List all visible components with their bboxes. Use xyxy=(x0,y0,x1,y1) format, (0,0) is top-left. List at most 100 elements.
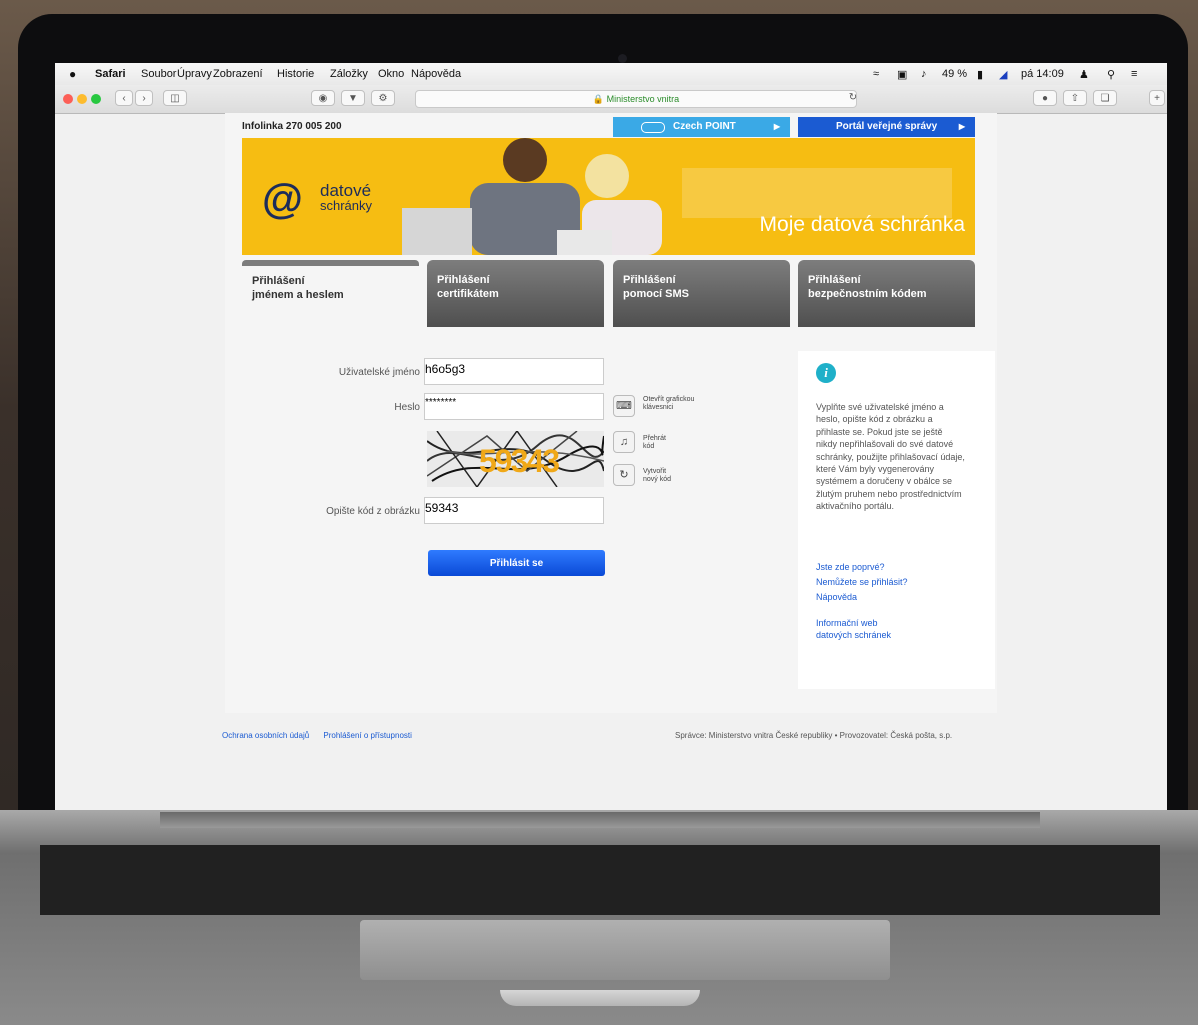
infoline-phone: Infolinka 270 005 200 xyxy=(242,121,342,132)
menu-window[interactable]: Okno xyxy=(378,68,404,80)
new-code-line1: Vytvořit xyxy=(643,468,667,475)
camera-icon xyxy=(618,54,627,63)
new-code-line2: nový kód xyxy=(643,476,672,483)
safari-toolbar: ‹ › ◫ ◉ ▼ ⚙ 🔒 Ministerstvo vnitra ↻ ● ⇧ … xyxy=(55,85,1167,114)
username-label: Uživatelské jméno xyxy=(338,367,420,378)
logo-main-text: datové xyxy=(320,181,372,200)
open-keyboard-line1: Otevřít grafickou xyxy=(643,396,695,403)
menu-help[interactable]: Nápověda xyxy=(411,68,461,80)
tab-label-line2: jménem a heslem xyxy=(252,289,344,301)
tab-label-line1: Přihlášení xyxy=(808,274,861,286)
info-text: Vyplňte své uživatelské jméno a heslo, o… xyxy=(816,402,965,512)
datove-schranky-logo: @ xyxy=(262,173,312,223)
tab-label-line1: Přihlášení xyxy=(623,274,676,286)
sidebar-icon[interactable]: ◫ xyxy=(163,90,187,106)
notification-center-icon[interactable]: ≡ xyxy=(1131,68,1137,80)
menu-edit[interactable]: Úpravy xyxy=(177,68,212,80)
zoom-window-icon[interactable] xyxy=(91,94,101,104)
info-icon: i xyxy=(816,363,836,383)
menu-file[interactable]: Soubor xyxy=(141,68,176,80)
login-button[interactable]: Přihlásit se xyxy=(428,550,605,576)
tab-label-line2: pomocí SMS xyxy=(623,288,690,300)
extension-icon[interactable]: ⚙ xyxy=(371,90,395,106)
link-info-web[interactable]: Informační web datových schránek xyxy=(816,617,891,641)
address-text: Ministerstvo vnitra xyxy=(606,94,680,104)
link-first-time[interactable]: Jste zde poprvé? xyxy=(816,561,885,573)
reload-icon[interactable]: ↻ xyxy=(845,90,861,106)
shield-icon[interactable]: ▼ xyxy=(341,90,365,106)
footer-links: Ochrana osobních údajů Prohlášení o přís… xyxy=(222,731,412,740)
address-bar[interactable]: 🔒 Ministerstvo vnitra xyxy=(415,90,857,108)
link-help[interactable]: Nápověda xyxy=(816,591,857,603)
tab-login-sms[interactable]: Přihlášení pomocí SMS xyxy=(613,260,790,327)
captcha-image: 59343 xyxy=(427,431,604,487)
footer-operator: Správce: Ministerstvo vnitra České repub… xyxy=(675,731,953,740)
battery-icon[interactable]: ▮ xyxy=(977,68,983,81)
back-icon[interactable]: ‹ xyxy=(115,90,133,106)
play-sound-icon[interactable]: ♫ xyxy=(613,431,635,453)
info-panel: i Vyplňte své uživatelské jméno a heslo,… xyxy=(798,351,995,689)
menu-app-safari[interactable]: Safari xyxy=(95,68,126,80)
laptop-hinge xyxy=(160,812,1040,828)
minimize-window-icon[interactable] xyxy=(77,94,87,104)
laptop-keyboard xyxy=(40,845,1160,915)
captcha-text: 59343 xyxy=(479,443,560,479)
airplay-icon[interactable]: ▣ xyxy=(897,68,907,81)
refresh-code-icon[interactable]: ↻ xyxy=(613,464,635,486)
captcha-code-input[interactable]: 59343 xyxy=(424,497,604,524)
battery-percent[interactable]: 49 % xyxy=(942,68,967,80)
user-icon[interactable]: ♟ xyxy=(1079,68,1089,81)
open-keyboard-line2: klávesnici xyxy=(643,404,674,411)
privacy-link[interactable]: Ochrana osobních údajů xyxy=(222,731,309,740)
tab-label-line2: certifikátem xyxy=(437,288,499,300)
pinterest-icon[interactable]: ◉ xyxy=(311,90,335,106)
logo-text: datové schránky xyxy=(320,181,372,213)
share-icon[interactable]: ⇧ xyxy=(1063,90,1087,106)
tab-label-line2: bezpečnostním kódem xyxy=(808,288,927,300)
laptop-trackpad xyxy=(360,920,890,980)
menu-view[interactable]: Zobrazení xyxy=(213,68,263,80)
portal-label: Portál veřejné správy xyxy=(836,121,938,132)
banner-tagline: Moje datová schránka xyxy=(759,213,965,236)
czech-flag-icon[interactable]: ◢ xyxy=(999,68,1007,81)
czech-point-button[interactable]: Czech POINT ▶ xyxy=(613,117,790,137)
open-keyboard-link[interactable]: Otevřít grafickou klávesnici xyxy=(643,396,694,412)
tab-login-security-code[interactable]: Přihlášení bezpečnostním kódem xyxy=(798,260,975,327)
link-info-web-line2: datových schránek xyxy=(816,630,892,640)
spotlight-icon[interactable]: ⚲ xyxy=(1107,68,1115,81)
new-tab-icon[interactable]: + xyxy=(1149,90,1165,106)
volume-icon[interactable]: ♪ xyxy=(921,68,927,80)
new-code-link[interactable]: Vytvořit nový kód xyxy=(643,468,671,484)
laptop-notch xyxy=(500,990,700,1006)
hero-banner: @ datové schránky Moje datová schránka xyxy=(242,138,975,255)
keyboard-icon[interactable]: ⌨ xyxy=(613,395,635,417)
login-tabs: Přihlášení jménem a heslem Přihlášení ce… xyxy=(242,260,975,327)
menubar-clock[interactable]: pá 14:09 xyxy=(1021,68,1064,80)
tabs-overview-icon[interactable]: ❏ xyxy=(1093,90,1117,106)
wifi-icon[interactable]: ≈ xyxy=(873,68,879,80)
close-window-icon[interactable] xyxy=(63,94,73,104)
forward-icon[interactable]: › xyxy=(135,90,153,106)
downloads-icon[interactable]: ● xyxy=(1033,90,1057,106)
link-info-web-line1: Informační web xyxy=(816,618,878,628)
page-content: Infolinka 270 005 200 Czech POINT ▶ Port… xyxy=(225,113,997,713)
menu-history[interactable]: Historie xyxy=(277,68,314,80)
portal-button[interactable]: Portál veřejné správy ▶ xyxy=(798,117,975,137)
tab-login-password[interactable]: Přihlášení jménem a heslem xyxy=(242,260,419,327)
apple-icon[interactable]: ● xyxy=(69,67,76,81)
play-code-line1: Přehrát xyxy=(643,435,666,442)
lock-icon: 🔒 xyxy=(592,94,605,104)
captcha-code-label: Opište kód z obrázku xyxy=(326,506,420,517)
menu-bookmarks[interactable]: Záložky xyxy=(330,68,368,80)
at-sign-icon: @ xyxy=(262,175,303,222)
tab-login-certificate[interactable]: Přihlášení certifikátem xyxy=(427,260,604,327)
link-cant-login[interactable]: Nemůžete se přihlásit? xyxy=(816,576,908,588)
username-input[interactable]: h6o5g3 xyxy=(424,358,604,385)
play-code-link[interactable]: Přehrát kód xyxy=(643,435,666,451)
accessibility-link[interactable]: Prohlášení o přístupnosti xyxy=(323,731,412,740)
screen: ● Safari Soubor Úpravy Zobrazení Histori… xyxy=(55,63,1167,810)
czech-point-logo-icon xyxy=(641,122,665,133)
play-code-line2: kód xyxy=(643,443,655,450)
tab-label-line1: Přihlášení xyxy=(252,275,305,287)
password-input[interactable]: ******** xyxy=(424,393,604,420)
